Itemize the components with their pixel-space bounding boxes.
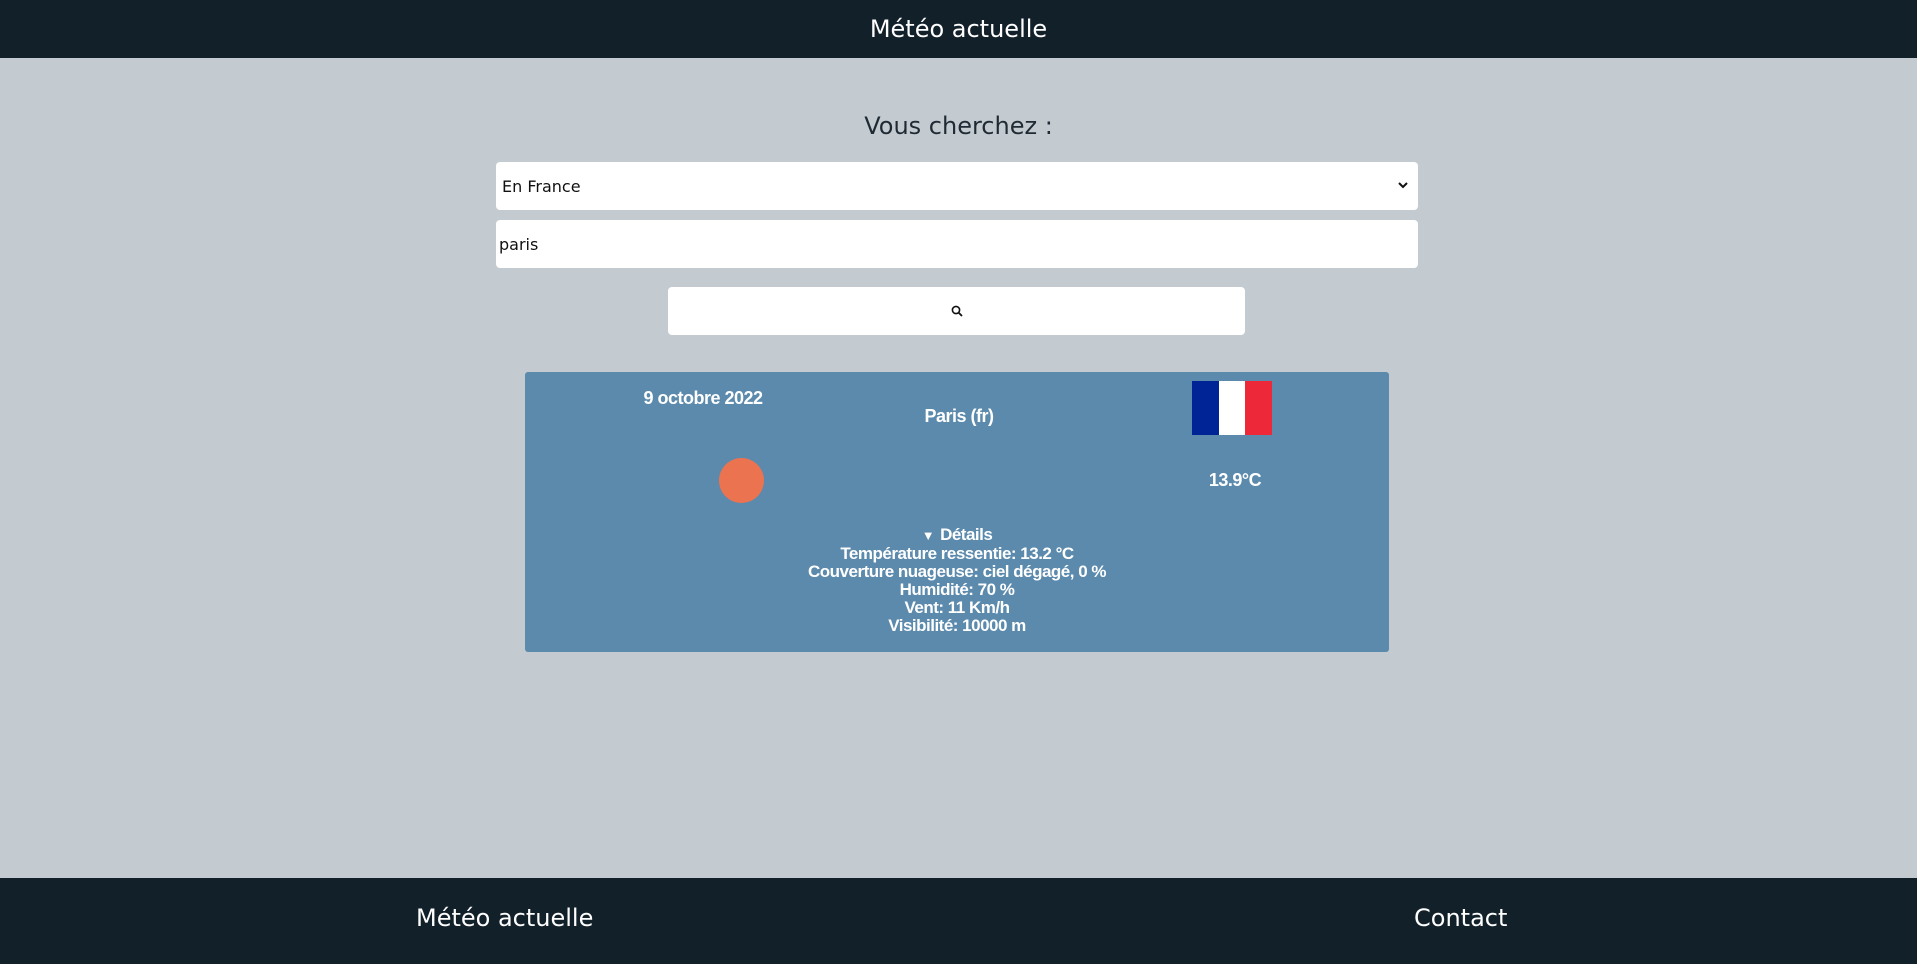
search-heading: Vous cherchez : (864, 112, 1053, 140)
site-header: Météo actuelle (0, 0, 1917, 58)
sun-icon (719, 458, 764, 503)
humidity: Humidité: 70 % (899, 580, 1015, 599)
footer-link-contact[interactable]: Contact (1414, 904, 1507, 932)
search-button[interactable] (668, 287, 1245, 335)
chevron-down-icon (1398, 182, 1408, 189)
search-icon (951, 305, 963, 317)
weather-temperature: 13.9°C (1208, 470, 1262, 490)
wind: Vent: 11 Km/h (904, 598, 1010, 617)
weather-card: 9 octobre 2022 Paris (fr) 13.9°C ▼ Détail… (525, 372, 1389, 652)
header-title: Météo actuelle (869, 15, 1048, 43)
main-content: Vous cherchez : En France paris 9 octobr… (0, 58, 1917, 878)
scope-select[interactable]: En France (496, 162, 1418, 210)
scope-select-value: En France (502, 176, 581, 196)
footer-link-meteo[interactable]: Météo actuelle (416, 904, 593, 932)
details-summary-label: Détails (940, 525, 993, 544)
details-toggle[interactable]: ▼ Détails (525, 526, 1389, 545)
cloud-cover: Couverture nuageuse: ciel dégagé, 0 % (808, 562, 1106, 581)
city-search-value: paris (499, 234, 539, 254)
weather-city: Paris (fr) (924, 406, 994, 426)
france-flag (1192, 381, 1273, 435)
weather-details: ▼ Détails Température ressentie: 13.2 °C … (525, 526, 1389, 635)
triangle-down-icon: ▼ (921, 528, 935, 543)
site-footer: Météo actuelle Contact (0, 878, 1917, 964)
feels-like: Température ressentie: 13.2 °C (840, 544, 1074, 563)
city-search-input[interactable]: paris (496, 220, 1418, 268)
visibility: Visibilité: 10000 m (888, 616, 1026, 635)
